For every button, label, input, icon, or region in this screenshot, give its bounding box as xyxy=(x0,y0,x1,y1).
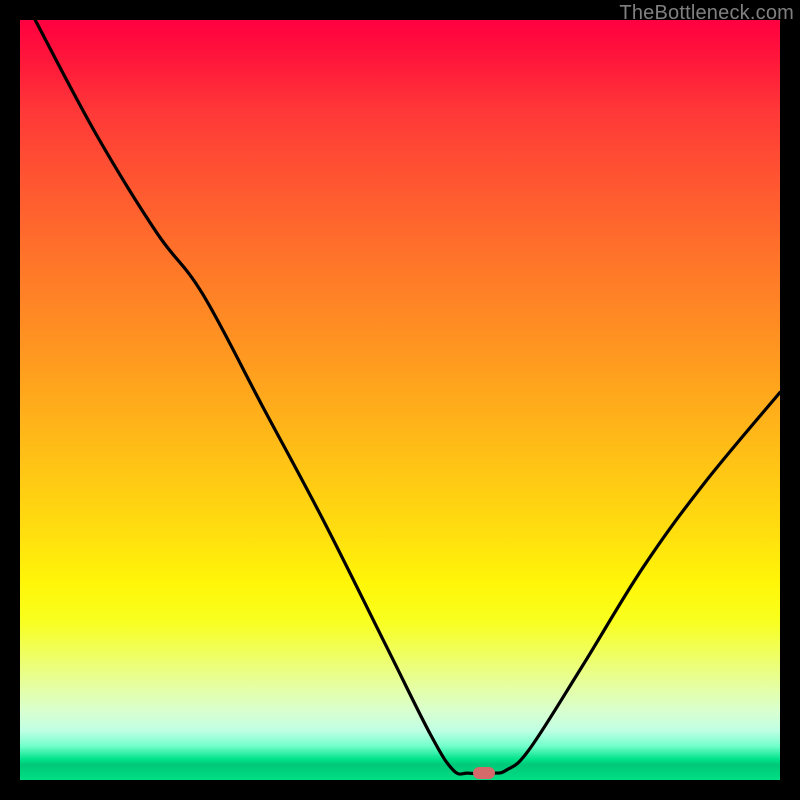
bottleneck-curve xyxy=(20,20,780,780)
plot-area xyxy=(20,20,780,780)
chart-frame: TheBottleneck.com xyxy=(0,0,800,800)
optimal-marker xyxy=(473,767,495,779)
watermark-text: TheBottleneck.com xyxy=(619,2,794,25)
